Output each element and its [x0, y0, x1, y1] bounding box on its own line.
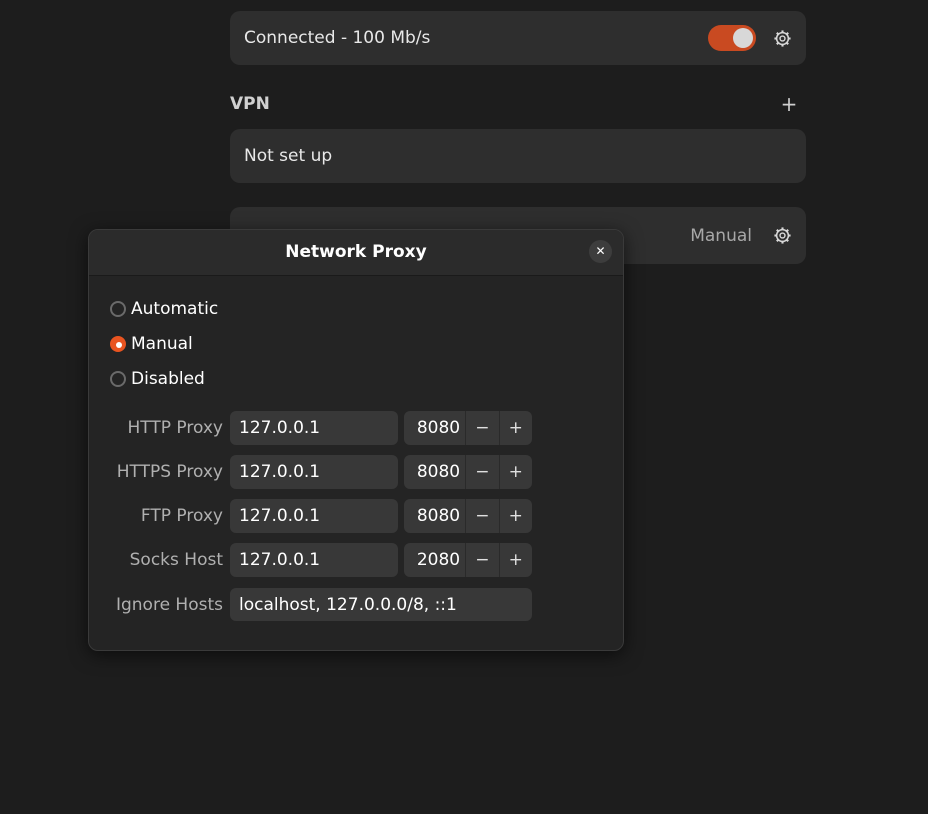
- ignore-hosts-input[interactable]: localhost, 127.0.0.0/8, ::1: [230, 588, 532, 621]
- dialog-header: Network Proxy ✕: [89, 230, 623, 276]
- settings-page: Connected - 100 Mb/s VPN + Not set up Ma…: [0, 0, 928, 814]
- socks-port-input[interactable]: 2080: [404, 543, 465, 577]
- wired-connection-row: Connected - 100 Mb/s: [230, 11, 806, 65]
- ftp-proxy-label: FTP Proxy: [140, 506, 223, 526]
- radio-indicator: [110, 301, 126, 317]
- radio-label: Disabled: [131, 369, 205, 389]
- wired-settings-gear-icon[interactable]: [772, 28, 792, 48]
- radio-indicator: [110, 336, 126, 352]
- socks-host-label: Socks Host: [129, 550, 223, 570]
- ftp-proxy-row: FTP Proxy 127.0.0.1 8080 − +: [89, 499, 623, 534]
- socks-host-row: Socks Host 127.0.0.1 2080 − +: [89, 543, 623, 578]
- vpn-status-label: Not set up: [244, 146, 333, 166]
- close-button[interactable]: ✕: [589, 240, 612, 263]
- http-proxy-port-input[interactable]: 8080: [404, 411, 465, 445]
- add-vpn-button[interactable]: +: [778, 92, 800, 116]
- wired-toggle[interactable]: [708, 25, 756, 51]
- vpn-row: Not set up: [230, 129, 806, 183]
- https-port-increment-button[interactable]: +: [498, 455, 532, 489]
- socks-port-spinner: 2080 − +: [404, 543, 532, 577]
- socks-host-input[interactable]: 127.0.0.1: [230, 543, 398, 577]
- radio-automatic[interactable]: Automatic: [110, 299, 218, 319]
- ftp-port-decrement-button[interactable]: −: [465, 499, 498, 533]
- ignore-hosts-row: Ignore Hosts localhost, 127.0.0.0/8, ::1: [89, 588, 623, 623]
- https-proxy-port-input[interactable]: 8080: [404, 455, 465, 489]
- vpn-section-title: VPN: [230, 94, 270, 114]
- http-port-increment-button[interactable]: +: [498, 411, 532, 445]
- socks-port-increment-button[interactable]: +: [498, 543, 532, 577]
- https-proxy-row: HTTPS Proxy 127.0.0.1 8080 − +: [89, 455, 623, 490]
- radio-label: Manual: [131, 334, 193, 354]
- ftp-port-increment-button[interactable]: +: [498, 499, 532, 533]
- http-proxy-port-spinner: 8080 − +: [404, 411, 532, 445]
- radio-indicator: [110, 371, 126, 387]
- https-port-decrement-button[interactable]: −: [465, 455, 498, 489]
- ignore-hosts-label: Ignore Hosts: [115, 595, 223, 615]
- https-proxy-port-spinner: 8080 − +: [404, 455, 532, 489]
- radio-label: Automatic: [131, 299, 219, 319]
- network-proxy-dialog: Network Proxy ✕ Automatic Manual Disable…: [88, 229, 624, 651]
- http-proxy-row: HTTP Proxy 127.0.0.1 8080 − +: [89, 411, 623, 446]
- radio-manual[interactable]: Manual: [110, 334, 193, 354]
- radio-disabled[interactable]: Disabled: [110, 369, 205, 389]
- ftp-proxy-port-spinner: 8080 − +: [404, 499, 532, 533]
- proxy-settings-gear-icon[interactable]: [772, 226, 792, 246]
- ftp-proxy-host-input[interactable]: 127.0.0.1: [230, 499, 398, 533]
- wired-status-label: Connected - 100 Mb/s: [244, 28, 431, 48]
- socks-port-decrement-button[interactable]: −: [465, 543, 498, 577]
- https-proxy-host-input[interactable]: 127.0.0.1: [230, 455, 398, 489]
- dialog-title: Network Proxy: [285, 242, 427, 262]
- http-proxy-host-input[interactable]: 127.0.0.1: [230, 411, 398, 445]
- http-port-decrement-button[interactable]: −: [465, 411, 498, 445]
- https-proxy-label: HTTPS Proxy: [116, 462, 223, 482]
- ftp-proxy-port-input[interactable]: 8080: [404, 499, 465, 533]
- proxy-mode-value: Manual: [690, 225, 752, 246]
- toggle-knob: [733, 28, 753, 48]
- http-proxy-label: HTTP Proxy: [127, 418, 223, 438]
